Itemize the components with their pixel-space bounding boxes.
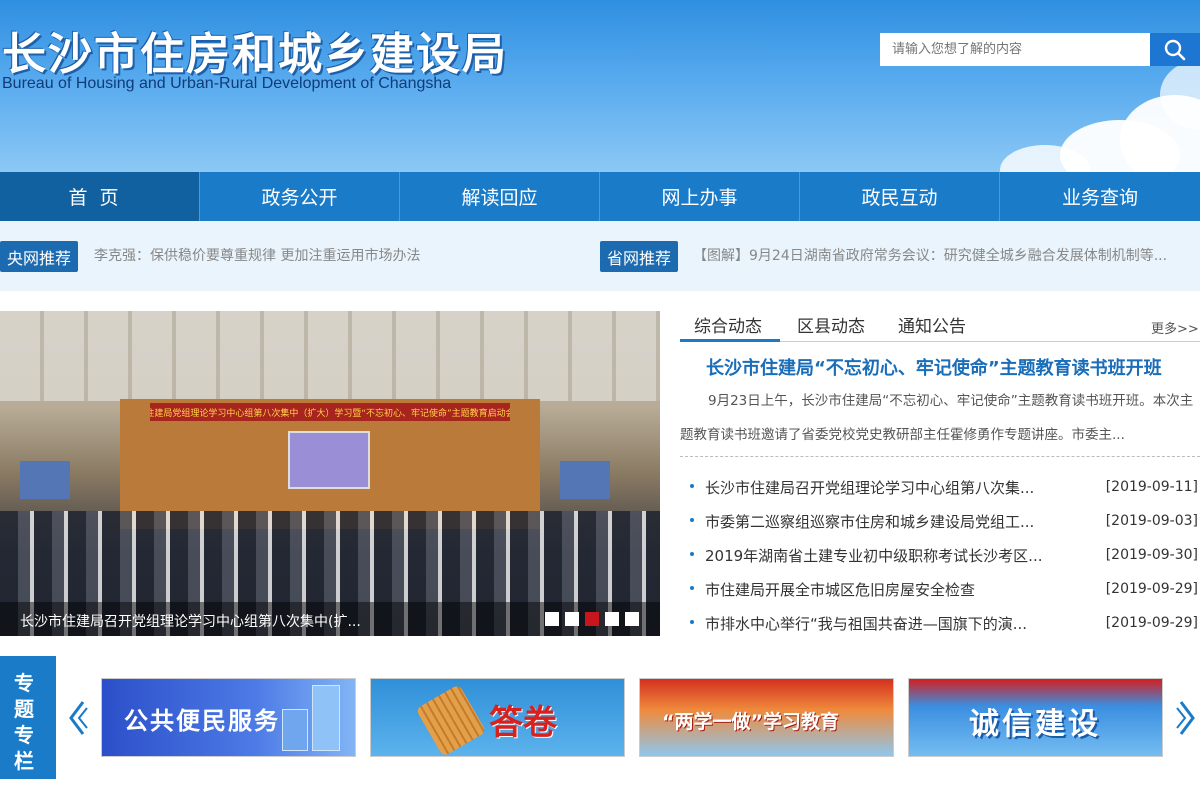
bullet-icon: [690, 620, 694, 624]
more-link[interactable]: 更多>>: [1151, 318, 1199, 337]
building-icon: [282, 709, 308, 751]
news-item-title[interactable]: 市住建局开展全市城区危旧房屋安全检查: [705, 579, 975, 600]
building-icon: [312, 685, 340, 751]
news-item-title[interactable]: 市排水中心举行“我与祖国共奋进—国旗下的演...: [705, 613, 1027, 634]
chevron-right-icon[interactable]: [1176, 698, 1198, 738]
slide-dot-active[interactable]: [585, 612, 599, 626]
news-item-date: [2019-09-30]: [1105, 547, 1198, 563]
slide-photo-banner: 市住建局党组理论学习中心组第八次集中（扩大）学习暨“不忘初心、牢记使命”主题教育…: [150, 403, 510, 421]
nav-government-affairs[interactable]: 政务公开: [200, 172, 400, 221]
news-item-date: [2019-09-29]: [1105, 581, 1198, 597]
bullet-icon: [690, 518, 694, 522]
tab-general-news[interactable]: 综合动态: [694, 312, 762, 337]
list-item[interactable]: 市委第二巡察组巡察市住房和城乡建设局党组工... [2019-09-03]: [680, 504, 1200, 538]
nav-interpretation[interactable]: 解读回应: [400, 172, 600, 221]
bullet-icon: [690, 586, 694, 590]
slide-dot[interactable]: [545, 612, 559, 626]
nav-home[interactable]: 首页: [0, 172, 200, 221]
province-recommend-tag: 省网推荐: [600, 241, 679, 272]
list-item[interactable]: 2019年湖南省土建专业初中级职称考试长沙考区... [2019-09-30]: [680, 538, 1200, 572]
chevron-left-icon[interactable]: [66, 698, 88, 738]
banner-integrity-text: 诚信建设: [969, 707, 1101, 742]
active-tab-indicator: [680, 339, 780, 342]
slide-caption[interactable]: 长沙市住建局召开党组理论学习中心组第八次集中(扩...: [20, 611, 361, 631]
news-divider: [680, 456, 1200, 457]
news-list: 长沙市住建局召开党组理论学习中心组第八次集... [2019-09-11] 市委…: [680, 470, 1200, 640]
tab-notices[interactable]: 通知公告: [898, 312, 966, 337]
banner-answer-sheet-text: 答卷: [489, 703, 557, 743]
main-nav: 首页 政务公开 解读回应 网上办事 政民互动 业务查询: [0, 172, 1200, 221]
list-item[interactable]: 长沙市住建局召开党组理论学习中心组第八次集... [2019-09-11]: [680, 470, 1200, 504]
search-input[interactable]: [880, 33, 1150, 66]
news-item-title[interactable]: 市委第二巡察组巡察市住房和城乡建设局党组工...: [705, 511, 1034, 532]
slide-photo-screen: [560, 461, 610, 499]
slide-dot[interactable]: [625, 612, 639, 626]
slide-photo-screen: [20, 461, 70, 499]
news-item-date: [2019-09-29]: [1105, 615, 1198, 631]
slide-photo-screen: [288, 431, 370, 489]
nav-interaction[interactable]: 政民互动: [800, 172, 1000, 221]
slide-dot[interactable]: [565, 612, 579, 626]
banner-two-studies[interactable]: “两学一做”学习教育: [639, 678, 894, 757]
banner-public-service-text: 公共便民服务: [124, 707, 280, 735]
slideshow[interactable]: 市住建局党组理论学习中心组第八次集中（扩大）学习暨“不忘初心、牢记使命”主题教育…: [0, 311, 660, 636]
bullet-icon: [690, 484, 694, 488]
list-item[interactable]: 市住建局开展全市城区危旧房屋安全检查 [2019-09-29]: [680, 572, 1200, 606]
province-recommend-link[interactable]: 【图解】9月24日湖南省政府常务会议：研究健全城乡融合发展体制机制等...: [693, 245, 1167, 265]
recommend-bar: 央网推荐 李克强：保供稳价要尊重规律 更加注重运用市场办法 省网推荐 【图解】9…: [0, 221, 1200, 291]
banner-two-studies-text: “两学一做”学习教育: [662, 711, 839, 733]
news-headline[interactable]: 长沙市住建局“不忘初心、牢记使命”主题教育读书班开班: [706, 354, 1162, 380]
scroll-icon: [415, 684, 487, 756]
nav-business-query[interactable]: 业务查询: [1000, 172, 1200, 221]
news-item-date: [2019-09-11]: [1105, 479, 1198, 495]
news-item-date: [2019-09-03]: [1105, 513, 1198, 529]
list-item[interactable]: 市排水中心举行“我与祖国共奋进—国旗下的演... [2019-09-29]: [680, 606, 1200, 640]
news-item-title[interactable]: 长沙市住建局召开党组理论学习中心组第八次集...: [705, 477, 1034, 498]
news-tabs: 综合动态 区县动态 通知公告: [680, 310, 1200, 342]
site-title[interactable]: 长沙市住房和城乡建设局: [2, 18, 508, 82]
slide-dots: [545, 612, 639, 626]
banner-integrity[interactable]: 诚信建设: [908, 678, 1163, 757]
central-recommend-tag: 央网推荐: [0, 241, 79, 272]
news-item-title[interactable]: 2019年湖南省土建专业初中级职称考试长沙考区...: [705, 545, 1042, 566]
nav-online-services[interactable]: 网上办事: [600, 172, 800, 221]
special-column-label-text: 专题专栏: [14, 671, 34, 773]
special-column-label: 专题专栏: [0, 656, 56, 779]
news-summary: 9月23日上午，长沙市住建局“不忘初心、牢记使命”主题教育读书班开班。本次主题教…: [680, 393, 1194, 443]
site-header: 长沙市住房和城乡建设局 Bureau of Housing and Urban-…: [0, 0, 1200, 172]
search-icon: [1164, 39, 1186, 60]
central-recommend-link[interactable]: 李克强：保供稳价要尊重规律 更加注重运用市场办法: [94, 245, 420, 265]
site-subtitle: Bureau of Housing and Urban-Rural Develo…: [2, 75, 452, 92]
bullet-icon: [690, 552, 694, 556]
banner-answer-sheet[interactable]: 答卷: [370, 678, 625, 757]
slide-photo-ceiling: [0, 311, 660, 401]
search-button[interactable]: [1150, 33, 1200, 66]
tab-district-news[interactable]: 区县动态: [797, 312, 865, 337]
slide-dot[interactable]: [605, 612, 619, 626]
banner-public-service[interactable]: 公共便民服务: [101, 678, 356, 757]
